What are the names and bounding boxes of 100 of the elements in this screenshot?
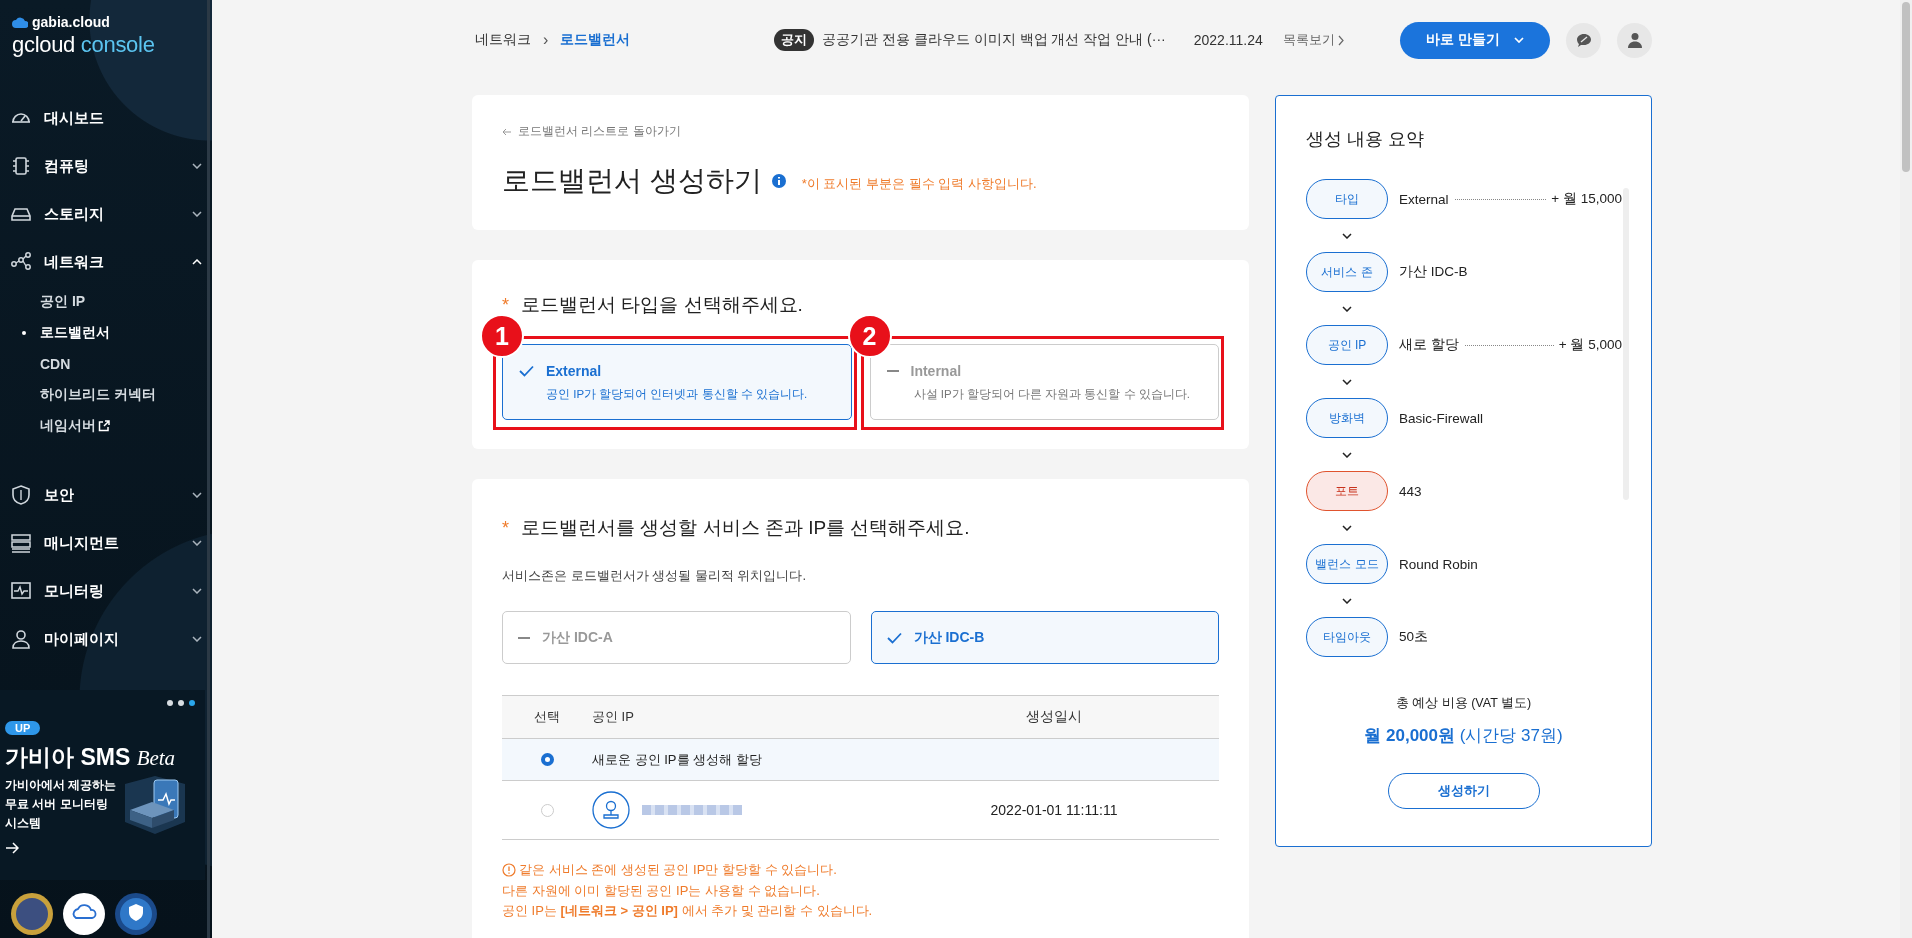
banner-description: 가비아에서 제공하는 무료 서버 모니터링 시스템 — [5, 777, 117, 832]
nav-item[interactable]: 대시보드 — [0, 94, 212, 142]
breadcrumb-link[interactable]: 네트워크 — [475, 31, 531, 49]
step-cost: + 월 15,000 — [1551, 190, 1622, 208]
nav-subitem[interactable]: 공인 IP — [0, 286, 86, 317]
nav-item[interactable]: 모니터링 — [0, 567, 212, 615]
notice-text: 공인 IP는 [네트워크 > 공인 IP] 에서 추가 및 관리할 수 있습니다. — [502, 902, 873, 920]
chevron-down-icon[interactable] — [1342, 232, 1352, 239]
shield-icon — [10, 484, 32, 506]
type-option[interactable]: Internal 사설 IP가 할당되어 다른 자원과 통신할 수 있습니다. — [869, 344, 1219, 420]
nav-item[interactable]: 마이페이지 — [0, 615, 212, 663]
certification-badge-icon — [10, 892, 54, 936]
nav-subitem[interactable]: 로드밸런서 — [0, 317, 110, 348]
nav-subitem[interactable]: 네임서버 — [0, 410, 110, 441]
carousel-dot[interactable] — [178, 700, 184, 706]
info-icon[interactable] — [771, 174, 786, 188]
check-icon — [519, 364, 534, 377]
quick-create-button[interactable]: 바로 만들기 — [1400, 21, 1550, 59]
chevron-down-icon[interactable] — [1342, 451, 1352, 458]
chevron-down-icon[interactable] — [192, 211, 202, 217]
step-tag[interactable]: 밸런스 모드 — [1306, 544, 1388, 584]
total-cost: 월 20,000원 (시간당 37원) — [1363, 725, 1564, 747]
table-cell: 새로운 공인 IP를 생성해 할당 — [592, 750, 762, 769]
step-value: 50초 — [1399, 628, 1429, 646]
nav-subitem[interactable]: 하이브리드 커넥터 — [0, 379, 156, 410]
step-value: External — [1399, 191, 1449, 207]
step-tag[interactable]: 공인 IP — [1306, 325, 1388, 365]
step-value: 443 — [1399, 483, 1422, 499]
carousel-dot[interactable] — [167, 700, 173, 706]
certification-badge-icon — [62, 892, 106, 936]
nav-item[interactable]: 보안 — [0, 471, 212, 519]
user-icon — [1626, 32, 1643, 48]
chevron-right-icon — [1337, 34, 1344, 46]
scrollbar[interactable] — [1902, 2, 1910, 172]
breadcrumb-separator: › — [543, 31, 549, 49]
step-tag[interactable]: 방화벽 — [1306, 398, 1388, 438]
arrow-right-icon[interactable] — [5, 842, 19, 854]
chevron-down-icon[interactable] — [192, 588, 202, 594]
arrow-left-icon[interactable] — [502, 127, 512, 136]
nav-item[interactable]: 네트워크 — [0, 238, 212, 286]
column-header: 선택 — [533, 708, 561, 726]
annotation-number: 2 — [847, 314, 892, 358]
column-header: 생성일시 — [1025, 708, 1083, 726]
server-rack-icon — [10, 532, 32, 554]
chevron-down-icon[interactable] — [192, 163, 202, 169]
chevron-down-icon[interactable] — [1342, 378, 1352, 385]
monitor-pulse-icon — [10, 580, 32, 602]
radio-button[interactable] — [540, 753, 554, 766]
notice-text: 같은 서비스 존에 생성된 공인 IP만 할당할 수 있습니다. — [519, 861, 837, 879]
nav-subitem[interactable]: CDN — [0, 348, 71, 379]
breadcrumb-link[interactable]: 로드밸런서 — [560, 31, 631, 49]
notice-badge: 공지 — [774, 29, 814, 51]
chat-bubble-icon — [1575, 32, 1592, 48]
nav-item[interactable]: 컴퓨팅 — [0, 142, 212, 190]
chevron-down-icon — [1513, 37, 1524, 43]
chevron-up-icon[interactable] — [192, 259, 202, 265]
chevron-down-icon[interactable] — [192, 492, 202, 498]
section-description: 서비스존은 로드밸런서가 생성될 물리적 위치입니다. — [502, 567, 808, 585]
type-option[interactable]: External 공인 IP가 할당되어 인터넷과 통신할 수 있습니다. — [502, 344, 852, 420]
chevron-down-icon[interactable] — [192, 540, 202, 546]
chevron-down-icon[interactable] — [1342, 597, 1352, 604]
chevron-down-icon[interactable] — [192, 636, 202, 642]
chip-icon — [10, 155, 32, 177]
notice-link[interactable]: 공공기관 전용 클라우드 이미지 백업 개선 작업 안내 (··· — [822, 31, 1166, 49]
step-value: Basic-Firewall — [1399, 410, 1483, 426]
page-title: 로드밸런서 생성하기 — [502, 164, 762, 198]
chat-button[interactable] — [1566, 22, 1601, 58]
carousel-dot[interactable] — [189, 700, 195, 706]
user-icon — [10, 628, 32, 650]
dash-icon — [886, 369, 899, 372]
step-tag[interactable]: 타입 — [1306, 179, 1388, 219]
zone-option[interactable]: 가산 IDC-B — [870, 611, 1219, 664]
required-mark: * — [502, 294, 509, 316]
summary-title: 생성 내용 요약 — [1306, 128, 1425, 151]
notice-text: 다른 자원에 이미 할당된 공인 IP는 사용할 수 없습니다. — [502, 881, 820, 900]
dash-icon — [518, 636, 530, 639]
back-link[interactable]: 로드밸런서 리스트로 돌아가기 — [518, 123, 681, 140]
notice-list-link[interactable]: 목록보기 — [1282, 31, 1344, 49]
column-header: 공인 IP — [592, 708, 635, 726]
location-pin-icon — [592, 791, 630, 829]
step-tag[interactable]: 서비스 존 — [1306, 252, 1388, 292]
chevron-down-icon[interactable] — [1342, 305, 1352, 312]
profile-button[interactable] — [1617, 22, 1652, 58]
total-cost-label: 총 예상 비용 (VAT 별도) — [1394, 695, 1533, 712]
annotation-number: 1 — [480, 314, 524, 358]
cloud-logo-icon — [12, 16, 28, 28]
banner-badge: UP — [5, 721, 41, 735]
required-mark: * — [502, 517, 509, 539]
step-value: Round Robin — [1399, 556, 1478, 572]
section-title: 로드밸런서를 생성할 서비스 존과 IP를 선택해주세요. — [521, 516, 970, 540]
banner-title: 가비아 SMS Beta — [5, 743, 176, 772]
promo-banner[interactable]: UP 가비아 SMS Beta 가비아에서 제공하는 무료 서버 모니터링 시스템 — [0, 690, 205, 880]
certification-badge-icon — [114, 892, 158, 936]
nav-item[interactable]: 매니지먼트 — [0, 519, 212, 567]
nav-item[interactable]: 스토리지 — [0, 190, 212, 238]
check-icon — [886, 631, 902, 644]
step-tag[interactable]: 타임아웃 — [1306, 617, 1388, 657]
create-button[interactable]: 생성하기 — [1387, 773, 1540, 809]
step-tag[interactable]: 포트 — [1306, 471, 1388, 511]
chevron-down-icon[interactable] — [1342, 524, 1352, 531]
